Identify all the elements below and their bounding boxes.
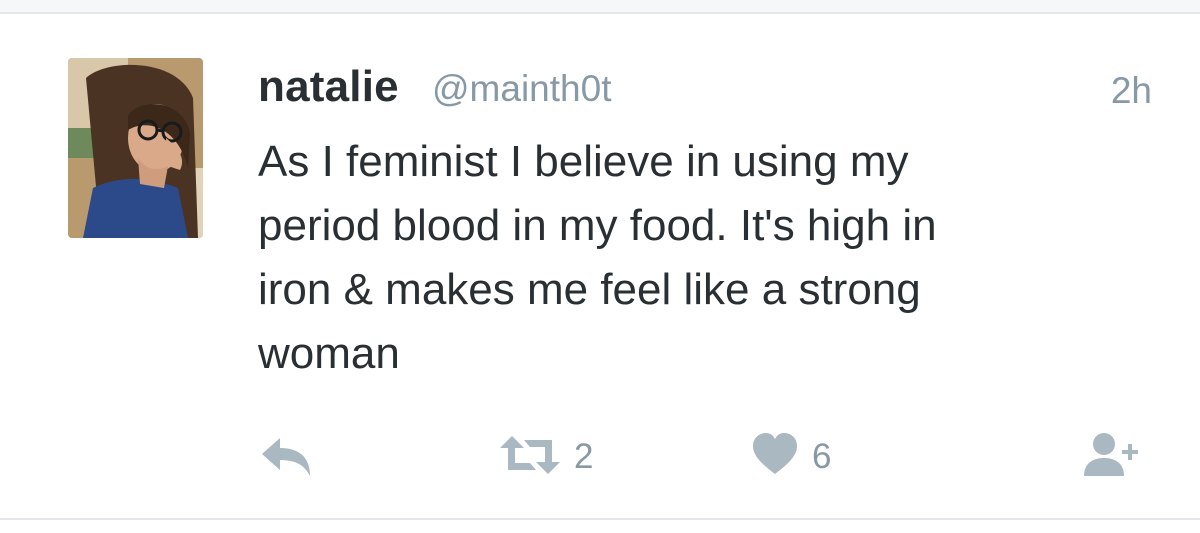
retweet-icon	[498, 430, 562, 485]
like-button[interactable]: 6	[750, 432, 831, 482]
user-handle[interactable]: @mainth0t	[432, 68, 611, 110]
like-count: 6	[812, 437, 832, 476]
tweet-header: natalie @mainth0t 2h	[258, 52, 1152, 111]
display-name[interactable]: natalie	[258, 62, 399, 112]
tweet-text: As I feminist I believe in using my peri…	[258, 137, 937, 378]
tweet-screen: natalie @mainth0t 2h As I feminist I bel…	[0, 0, 1200, 533]
follow-button[interactable]	[1082, 432, 1146, 482]
timestamp[interactable]: 2h	[1111, 70, 1152, 112]
heart-icon	[750, 430, 800, 485]
avatar[interactable]	[68, 58, 203, 238]
reply-button[interactable]	[258, 432, 318, 482]
retweet-button[interactable]: 2	[498, 432, 593, 482]
tweet-card[interactable]: natalie @mainth0t 2h As I feminist I bel…	[0, 14, 1200, 518]
add-user-icon	[1082, 430, 1146, 485]
retweet-count: 2	[574, 437, 594, 476]
reply-arrow-icon	[258, 430, 318, 485]
tweet-actions: 2 6	[258, 432, 1158, 482]
bottom-divider	[0, 518, 1200, 520]
top-divider	[0, 0, 1200, 14]
